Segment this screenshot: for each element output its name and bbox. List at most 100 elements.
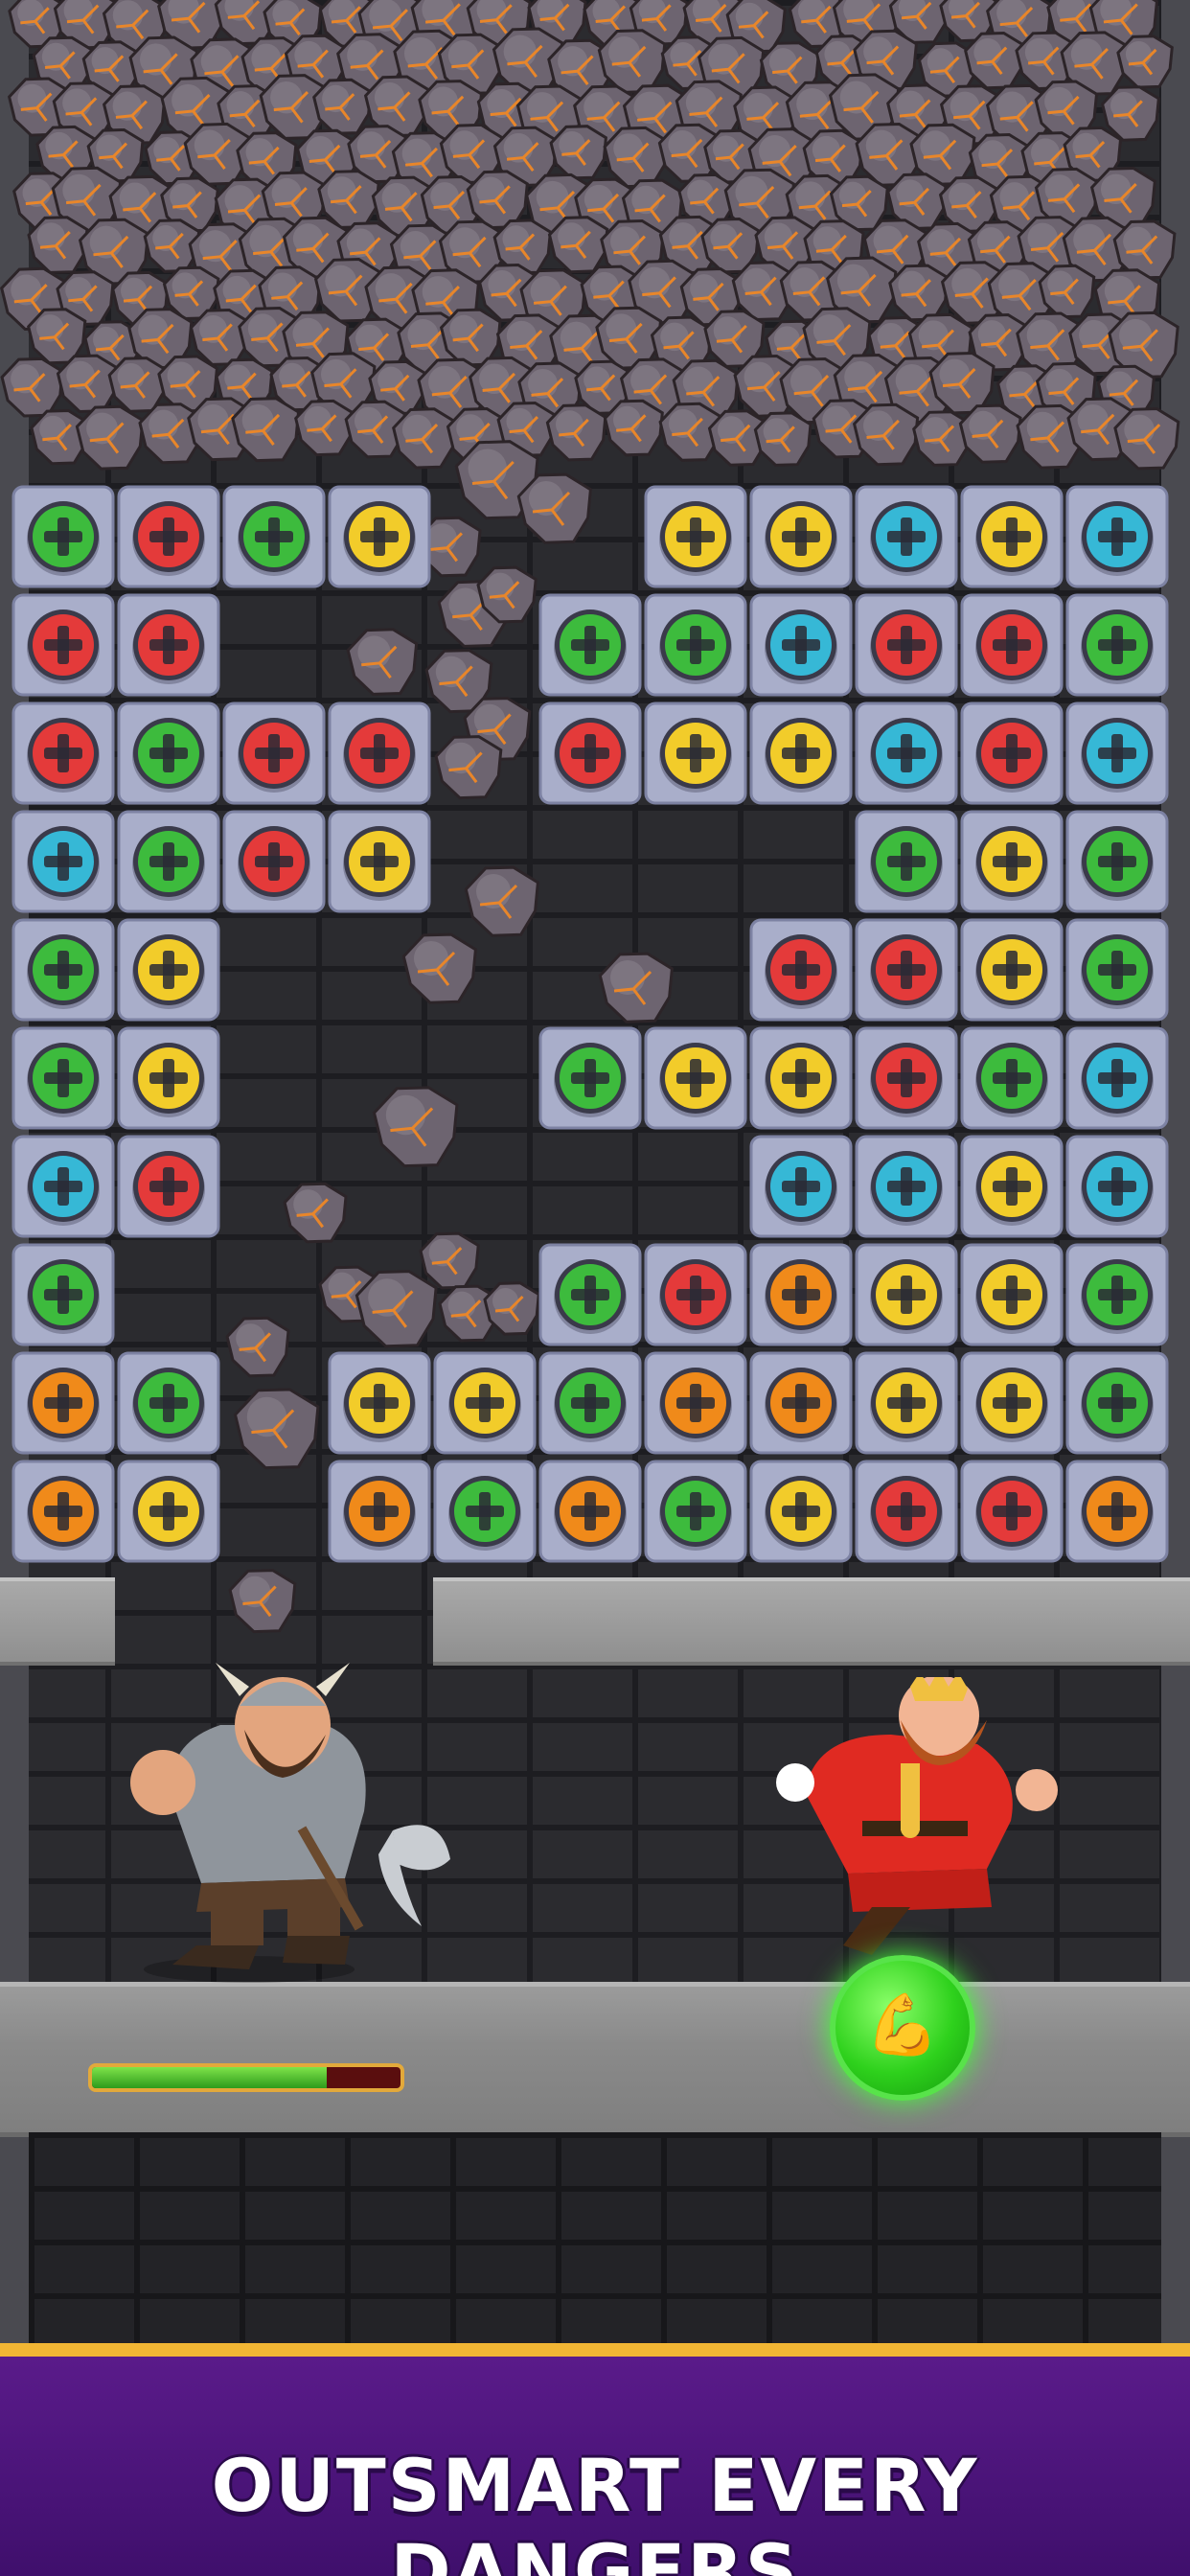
green-plus-screw-icon[interactable] [659, 1476, 732, 1551]
red-plus-screw-icon[interactable] [554, 718, 627, 793]
pin-tile[interactable] [328, 1351, 431, 1455]
blue-plus-screw-icon[interactable] [1081, 1151, 1154, 1226]
pin-tile[interactable] [433, 1351, 537, 1455]
pin-tile[interactable] [117, 702, 220, 805]
pin-tile[interactable] [222, 485, 326, 588]
pin-tile[interactable] [960, 1460, 1064, 1563]
pin-tile[interactable] [11, 810, 115, 913]
green-plus-screw-icon[interactable] [975, 1043, 1048, 1117]
yellow-plus-screw-icon[interactable] [659, 718, 732, 793]
pin-tile[interactable] [117, 485, 220, 588]
green-plus-screw-icon[interactable] [554, 610, 627, 684]
orange-plus-screw-icon[interactable] [343, 1476, 416, 1551]
yellow-plus-screw-icon[interactable] [132, 1043, 205, 1117]
green-plus-screw-icon[interactable] [1081, 826, 1154, 901]
green-plus-screw-icon[interactable] [659, 610, 732, 684]
pin-tile[interactable] [11, 1026, 115, 1130]
pin-tile[interactable] [749, 1135, 853, 1238]
pin-tile[interactable] [1065, 1351, 1169, 1455]
pin-tile[interactable] [644, 1460, 747, 1563]
pin-tile[interactable] [749, 593, 853, 697]
pin-tile[interactable] [11, 1460, 115, 1563]
orange-plus-screw-icon[interactable] [27, 1368, 100, 1442]
pin-tile[interactable] [644, 702, 747, 805]
red-plus-screw-icon[interactable] [870, 934, 943, 1009]
pin-tile[interactable] [855, 1026, 958, 1130]
pin-tile[interactable] [11, 1243, 115, 1346]
green-plus-screw-icon[interactable] [238, 501, 310, 576]
pin-tile[interactable] [749, 1026, 853, 1130]
pin-tile[interactable] [960, 810, 1064, 913]
pin-tile[interactable] [855, 702, 958, 805]
pin-tile[interactable] [1065, 1026, 1169, 1130]
red-plus-screw-icon[interactable] [132, 1151, 205, 1226]
pin-tile[interactable] [328, 485, 431, 588]
pin-tile[interactable] [960, 1026, 1064, 1130]
green-plus-screw-icon[interactable] [132, 826, 205, 901]
pin-tile[interactable] [328, 702, 431, 805]
pin-tile[interactable] [749, 485, 853, 588]
blue-plus-screw-icon[interactable] [870, 501, 943, 576]
yellow-plus-screw-icon[interactable] [765, 1043, 837, 1117]
blue-plus-screw-icon[interactable] [870, 1151, 943, 1226]
red-plus-screw-icon[interactable] [975, 610, 1048, 684]
pin-tile[interactable] [855, 810, 958, 913]
orange-plus-screw-icon[interactable] [27, 1476, 100, 1551]
blue-plus-screw-icon[interactable] [1081, 501, 1154, 576]
green-plus-screw-icon[interactable] [1081, 1259, 1154, 1334]
pin-tile[interactable] [222, 702, 326, 805]
green-plus-screw-icon[interactable] [870, 826, 943, 901]
green-plus-screw-icon[interactable] [27, 1043, 100, 1117]
orange-plus-screw-icon[interactable] [765, 1368, 837, 1442]
green-plus-screw-icon[interactable] [132, 1368, 205, 1442]
green-plus-screw-icon[interactable] [27, 501, 100, 576]
pin-tile[interactable] [749, 702, 853, 805]
pin-tile[interactable] [855, 1351, 958, 1455]
pin-tile[interactable] [1065, 593, 1169, 697]
red-plus-screw-icon[interactable] [870, 1043, 943, 1117]
pin-tile[interactable] [749, 1460, 853, 1563]
pin-tile[interactable] [960, 1135, 1064, 1238]
blue-plus-screw-icon[interactable] [27, 1151, 100, 1226]
red-plus-screw-icon[interactable] [238, 718, 310, 793]
blue-plus-screw-icon[interactable] [765, 610, 837, 684]
orange-plus-screw-icon[interactable] [765, 1259, 837, 1334]
red-plus-screw-icon[interactable] [975, 718, 1048, 793]
pin-tile[interactable] [644, 593, 747, 697]
yellow-plus-screw-icon[interactable] [975, 1368, 1048, 1442]
green-plus-screw-icon[interactable] [554, 1043, 627, 1117]
blue-plus-screw-icon[interactable] [765, 1151, 837, 1226]
pin-tile[interactable] [11, 1135, 115, 1238]
pin-tile[interactable] [749, 918, 853, 1022]
pin-tile[interactable] [11, 593, 115, 697]
pin-tile[interactable] [11, 702, 115, 805]
pin-tile[interactable] [117, 1135, 220, 1238]
pin-tile[interactable] [1065, 1243, 1169, 1346]
red-plus-screw-icon[interactable] [870, 610, 943, 684]
pin-tile[interactable] [1065, 485, 1169, 588]
pin-tile[interactable] [855, 485, 958, 588]
pin-tile[interactable] [1065, 918, 1169, 1022]
pin-tile[interactable] [855, 918, 958, 1022]
pin-tile[interactable] [749, 1351, 853, 1455]
pin-tile[interactable] [855, 1243, 958, 1346]
pin-tile[interactable] [538, 702, 642, 805]
orange-plus-screw-icon[interactable] [554, 1476, 627, 1551]
red-plus-screw-icon[interactable] [870, 1476, 943, 1551]
pin-tile[interactable] [855, 1135, 958, 1238]
yellow-plus-screw-icon[interactable] [659, 1043, 732, 1117]
pin-tile[interactable] [855, 593, 958, 697]
pin-tile[interactable] [644, 1026, 747, 1130]
red-plus-screw-icon[interactable] [27, 718, 100, 793]
pin-tile[interactable] [960, 1243, 1064, 1346]
pin-tile[interactable] [538, 1243, 642, 1346]
pin-tile[interactable] [117, 810, 220, 913]
pin-tile[interactable] [538, 593, 642, 697]
blue-plus-screw-icon[interactable] [870, 718, 943, 793]
pin-tile[interactable] [960, 593, 1064, 697]
yellow-plus-screw-icon[interactable] [975, 1259, 1048, 1334]
yellow-plus-screw-icon[interactable] [975, 934, 1048, 1009]
pin-tile[interactable] [538, 1460, 642, 1563]
pin-tile[interactable] [644, 485, 747, 588]
yellow-plus-screw-icon[interactable] [975, 826, 1048, 901]
